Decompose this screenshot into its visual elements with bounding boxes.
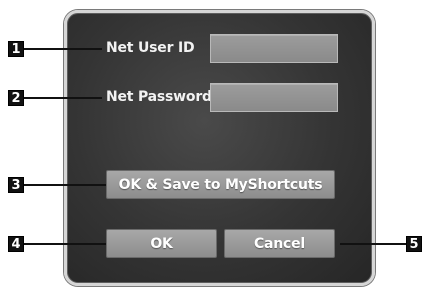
callout-5: 5 <box>406 236 422 252</box>
callout-4: 4 <box>8 236 24 252</box>
net-password-field[interactable] <box>210 83 338 112</box>
ok-save-to-myshortcuts-button[interactable]: OK & Save to MyShortcuts <box>106 170 335 199</box>
net-password-label: Net Password <box>106 89 212 105</box>
callout-4-leader <box>24 243 106 245</box>
callout-5-leader <box>340 243 406 245</box>
net-user-id-label: Net User ID <box>106 40 195 56</box>
ok-button[interactable]: OK <box>106 229 217 258</box>
callout-1-leader <box>24 48 102 50</box>
callout-1: 1 <box>8 41 24 57</box>
callout-2-leader <box>24 97 102 99</box>
net-user-id-field[interactable] <box>210 34 338 63</box>
callout-3: 3 <box>8 177 24 193</box>
callout-2: 2 <box>8 90 24 106</box>
callout-3-leader <box>24 184 106 186</box>
cancel-button[interactable]: Cancel <box>224 229 335 258</box>
